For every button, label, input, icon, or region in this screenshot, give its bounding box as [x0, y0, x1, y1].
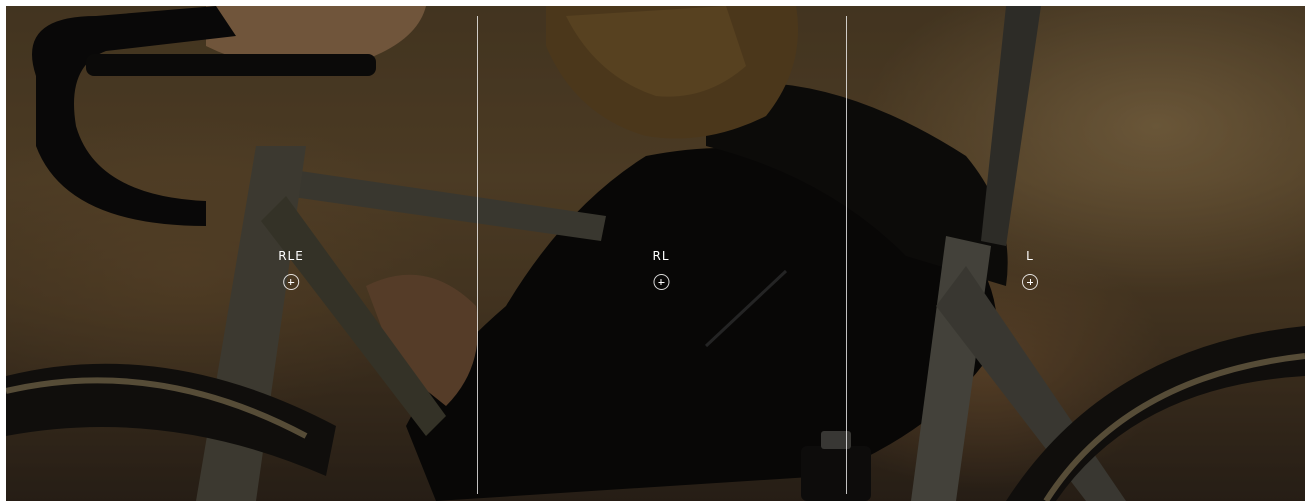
- model-hotspot[interactable]: L: [1022, 249, 1038, 290]
- plus-icon: [658, 279, 664, 285]
- plus-icon: [287, 279, 294, 285]
- model-hotspot[interactable]: RL: [652, 249, 669, 290]
- model-label: L: [1026, 249, 1034, 263]
- plus-icon: [1027, 279, 1033, 285]
- expand-button[interactable]: [653, 274, 669, 290]
- model-label: RLE: [278, 249, 304, 263]
- expand-button[interactable]: [1022, 274, 1038, 290]
- hero-banner: RLE RL L: [6, 6, 1305, 501]
- panel-l[interactable]: L: [846, 6, 1305, 501]
- model-hotspot[interactable]: RLE: [278, 249, 304, 290]
- panel-rle[interactable]: RLE: [6, 6, 477, 501]
- panel-rl[interactable]: RL: [477, 6, 846, 501]
- model-label: RL: [652, 249, 670, 263]
- expand-button[interactable]: [282, 274, 299, 290]
